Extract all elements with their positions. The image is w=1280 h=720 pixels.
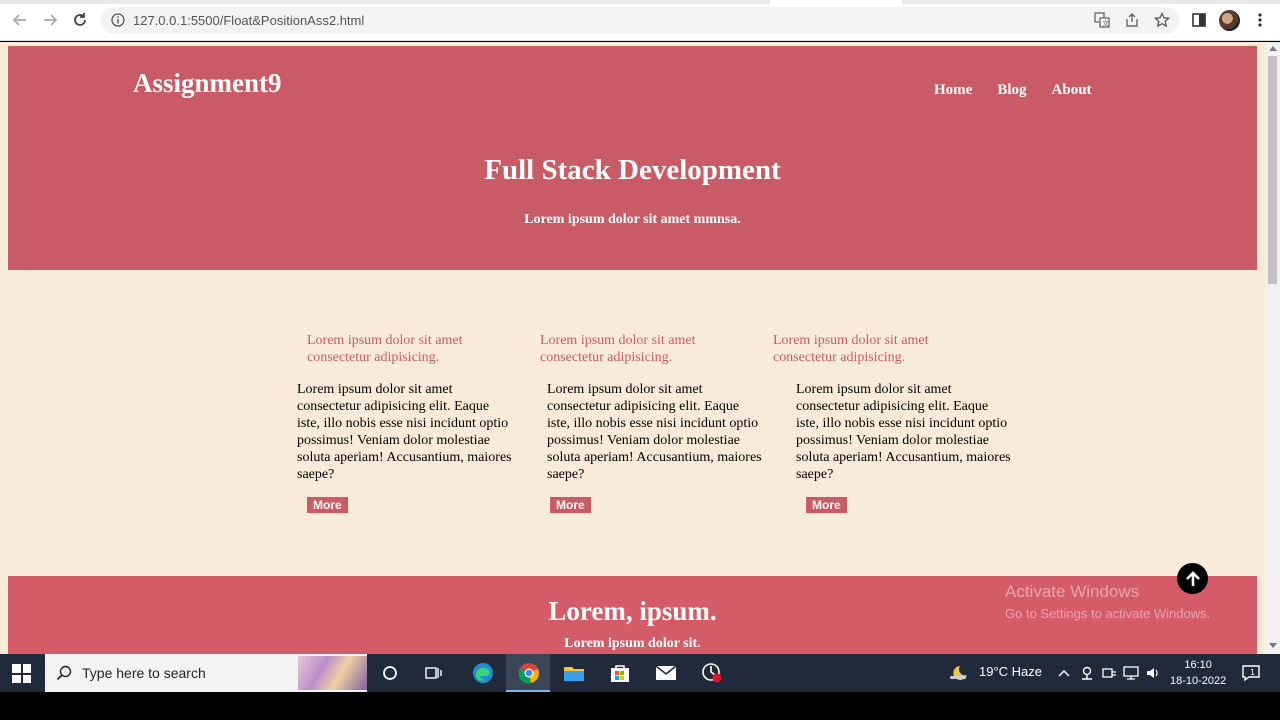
scroll-down-icon[interactable] <box>1269 643 1277 648</box>
tab-strip <box>0 0 1280 4</box>
translate-icon[interactable]: 文 <box>1092 10 1112 30</box>
scrollbar-thumb[interactable] <box>1268 56 1277 284</box>
activate-windows-watermark: Activate Windows Go to Settings to activ… <box>1005 582 1210 621</box>
url-text: 127.0.0.1:5500/Float&PositionAss2.html <box>133 13 365 28</box>
nav-blog-link[interactable]: Blog <box>997 82 1026 99</box>
meet-now-icon[interactable] <box>1075 662 1099 684</box>
taskbar-search-box[interactable]: Type here to search <box>45 654 367 692</box>
notification-count: 1 <box>1250 668 1255 677</box>
weather-icon[interactable] <box>947 662 971 684</box>
site-nav: Home Blog About <box>934 82 1092 99</box>
mail-icon[interactable] <box>654 662 678 684</box>
windows-taskbar: Type here to search 19°C Haze 16:10 18-1… <box>0 654 1280 692</box>
menu-kebab-icon[interactable] <box>1250 10 1270 30</box>
edge-icon[interactable] <box>471 662 495 684</box>
windows-start-icon[interactable] <box>12 664 31 683</box>
more-button[interactable]: More <box>550 497 591 513</box>
profile-avatar[interactable] <box>1219 10 1240 31</box>
forward-icon[interactable] <box>40 10 60 30</box>
chrome-icon[interactable] <box>517 662 541 684</box>
network-icon[interactable] <box>1119 662 1143 684</box>
vertical-scrollbar[interactable] <box>1265 42 1280 654</box>
notifications-icon[interactable]: 1 <box>1239 662 1263 684</box>
reload-icon[interactable] <box>70 10 90 30</box>
scroll-up-icon[interactable] <box>1269 46 1277 51</box>
hero-header: Assignment9 Home Blog About Full Stack D… <box>8 46 1257 270</box>
cortana-icon[interactable] <box>378 662 402 684</box>
card-body: Lorem ipsum dolor sit amet consectetur a… <box>547 382 762 482</box>
clock-date: 18-10-2022 <box>1170 675 1227 687</box>
search-highlight-image <box>298 656 367 690</box>
card-2: Lorem ipsum dolor sit amet consectetur a… <box>540 332 762 513</box>
side-panel-icon[interactable] <box>1189 10 1209 30</box>
more-button[interactable]: More <box>806 497 847 513</box>
address-bar[interactable]: 127.0.0.1:5500/Float&PositionAss2.html <box>101 7 1179 34</box>
nav-home-link[interactable]: Home <box>934 82 972 99</box>
power-plug-icon[interactable] <box>1097 662 1121 684</box>
weather-text[interactable]: 19°C Haze <box>979 664 1042 679</box>
share-icon[interactable] <box>1122 10 1142 30</box>
card-1: Lorem ipsum dolor sit amet consectetur a… <box>297 332 512 513</box>
file-explorer-icon[interactable] <box>562 662 586 684</box>
search-placeholder: Type here to search <box>82 665 206 681</box>
card-heading: Lorem ipsum dolor sit amet consectetur a… <box>773 333 929 365</box>
page-viewport: Assignment9 Home Blog About Full Stack D… <box>0 42 1265 654</box>
card-heading: Lorem ipsum dolor sit amet consectetur a… <box>307 333 463 365</box>
watermark-line1: Activate Windows <box>1005 582 1140 601</box>
card-heading: Lorem ipsum dolor sit amet consectetur a… <box>540 333 696 365</box>
active-tab[interactable] <box>770 0 902 4</box>
tray-overflow-icon[interactable] <box>1052 662 1076 684</box>
nav-about-link[interactable]: About <box>1052 82 1092 99</box>
recorder-icon[interactable] <box>700 662 724 684</box>
footer-subtitle: Lorem ipsum dolor sit. <box>564 636 701 651</box>
card-body: Lorem ipsum dolor sit amet consectetur a… <box>297 382 512 482</box>
bookmark-star-icon[interactable] <box>1152 10 1172 30</box>
card-body: Lorem ipsum dolor sit amet consectetur a… <box>796 382 1011 482</box>
task-view-icon[interactable] <box>422 662 446 684</box>
more-button[interactable]: More <box>307 497 348 513</box>
back-icon[interactable] <box>10 10 30 30</box>
site-info-icon[interactable] <box>111 13 125 32</box>
taskbar-clock[interactable]: 16:10 18-10-2022 <box>1170 657 1226 689</box>
clock-time: 16:10 <box>1184 659 1212 671</box>
hero-subtitle: Lorem ipsum dolor sit amet mmnsa. <box>524 212 741 227</box>
site-logo[interactable]: Assignment9 <box>133 68 282 99</box>
card-3: Lorem ipsum dolor sit amet consectetur a… <box>773 332 1011 513</box>
search-icon <box>56 665 72 681</box>
volume-icon[interactable] <box>1141 662 1165 684</box>
watermark-line2: Go to Settings to activate Windows. <box>1005 606 1211 621</box>
hero-title: Full Stack Development <box>484 154 781 186</box>
browser-toolbar: 127.0.0.1:5500/Float&PositionAss2.html 文 <box>0 0 1280 41</box>
screen-bezel <box>0 692 1280 720</box>
svg-text:文: 文 <box>1102 19 1109 28</box>
store-icon[interactable] <box>608 662 632 684</box>
